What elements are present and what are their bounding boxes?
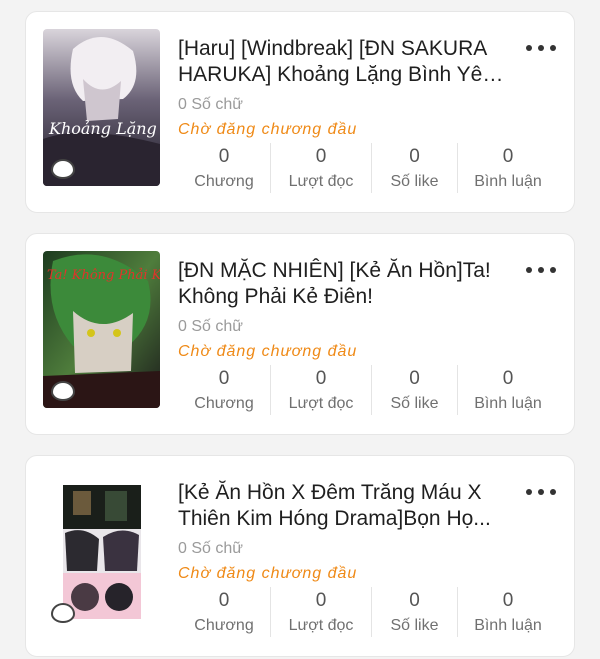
- stat-reads: 0 Lượt đọc: [270, 365, 371, 415]
- more-horizontal-icon[interactable]: [526, 482, 556, 502]
- story-title[interactable]: [Kẻ Ăn Hồn X Đêm Trăng Máu X Thiên Kim H…: [178, 480, 508, 532]
- stat-value: 0: [502, 590, 514, 611]
- stat-chapters: 0 Chương: [178, 143, 270, 193]
- stat-chapters: 0 Chương: [178, 365, 270, 415]
- stat-label: Lượt đọc: [288, 173, 354, 190]
- stat-label: Chương: [194, 173, 254, 190]
- stat-label: Lượt đọc: [288, 395, 354, 412]
- more-horizontal-icon[interactable]: [526, 260, 556, 280]
- stat-value: 0: [502, 368, 514, 389]
- stat-value: 0: [315, 590, 327, 611]
- story-title[interactable]: [Haru] [Windbreak] [ĐN SAKURA HARUKA] Kh…: [178, 36, 508, 88]
- stat-chapters: 0 Chương: [178, 587, 270, 637]
- chat-bubble-icon: [51, 381, 75, 401]
- stat-value: 0: [315, 368, 327, 389]
- chat-bubble-icon: [51, 159, 75, 179]
- stat-value: 0: [409, 146, 420, 167]
- stat-label: Bình luận: [474, 173, 542, 190]
- stat-label: Bình luận: [474, 617, 542, 634]
- cover-caption: Ta! Không Phải Kẻ Điên!: [47, 268, 160, 283]
- story-card[interactable]: Ta! Không Phải Kẻ Điên! [ĐN MẶC NHIÊN] […: [25, 233, 575, 435]
- story-card[interactable]: Khoảng Lặng Bình Yên ... [Haru] [Windbre…: [25, 11, 575, 213]
- word-count: 0 Số chữ: [178, 540, 243, 557]
- story-card[interactable]: [Kẻ Ăn Hồn X Đêm Trăng Máu X Thiên Kim H…: [25, 455, 575, 657]
- stat-label: Chương: [194, 617, 254, 634]
- status-text: Chờ đăng chương đầu: [178, 343, 358, 360]
- chat-bubble-icon: [51, 603, 75, 623]
- stat-value: 0: [409, 368, 420, 389]
- stat-comments: 0 Bình luận: [457, 587, 558, 637]
- stat-label: Số like: [390, 395, 439, 412]
- stat-value: 0: [409, 590, 420, 611]
- stat-value: 0: [315, 146, 327, 167]
- stat-value: 0: [218, 146, 230, 167]
- stat-value: 0: [502, 146, 514, 167]
- status-text: Chờ đăng chương đầu: [178, 565, 358, 582]
- stat-label: Số like: [390, 617, 439, 634]
- stat-value: 0: [218, 590, 230, 611]
- stat-likes: 0 Số like: [371, 587, 457, 637]
- cover-caption: Khoảng Lặng Bình Yên ...: [48, 119, 160, 138]
- word-count: 0 Số chữ: [178, 318, 243, 335]
- stat-likes: 0 Số like: [371, 143, 457, 193]
- word-count: 0 Số chữ: [178, 96, 243, 113]
- story-stats: 0 Chương 0 Lượt đọc 0 Số like 0 Bình luận: [178, 143, 558, 193]
- stat-label: Bình luận: [474, 395, 542, 412]
- stat-likes: 0 Số like: [371, 365, 457, 415]
- stat-comments: 0 Bình luận: [457, 143, 558, 193]
- stat-reads: 0 Lượt đọc: [270, 587, 371, 637]
- status-text: Chờ đăng chương đầu: [178, 121, 358, 138]
- story-stats: 0 Chương 0 Lượt đọc 0 Số like 0 Bình luận: [178, 365, 558, 415]
- stat-reads: 0 Lượt đọc: [270, 143, 371, 193]
- story-stats: 0 Chương 0 Lượt đọc 0 Số like 0 Bình luận: [178, 587, 558, 637]
- stat-label: Chương: [194, 395, 254, 412]
- stat-comments: 0 Bình luận: [457, 365, 558, 415]
- stat-label: Số like: [390, 173, 439, 190]
- stat-label: Lượt đọc: [288, 617, 354, 634]
- more-horizontal-icon[interactable]: [526, 38, 556, 58]
- stat-value: 0: [218, 368, 230, 389]
- story-title[interactable]: [ĐN MẶC NHIÊN] [Kẻ Ăn Hồn]Ta! Không Phải…: [178, 258, 508, 310]
